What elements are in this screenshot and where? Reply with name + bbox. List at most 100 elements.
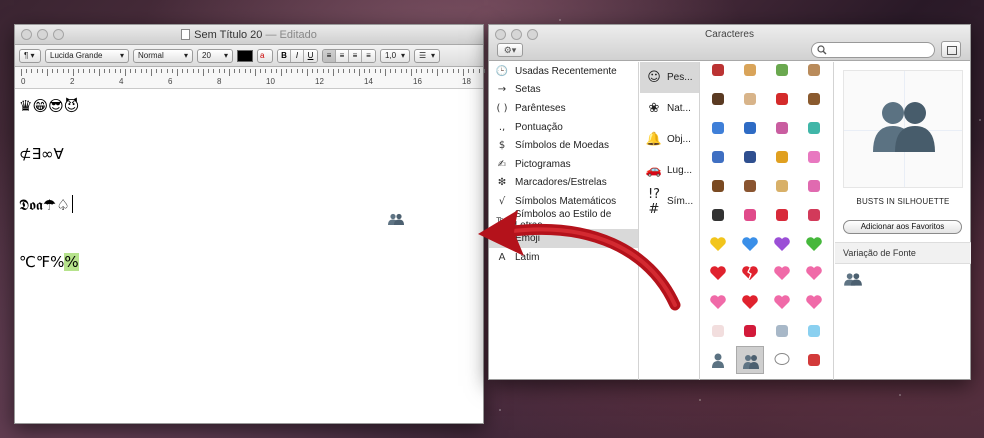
line-spacing-value: 1,0	[385, 51, 397, 60]
lipstick2-emoji-cell[interactable]	[800, 201, 828, 229]
align-right-button[interactable]: ≡	[362, 49, 375, 62]
purse-emoji-cell[interactable]	[768, 172, 796, 200]
underline-button[interactable]: U	[304, 49, 317, 62]
align-justify-button[interactable]: ≡	[349, 49, 362, 62]
gear-menu-button[interactable]: ⚙▾	[497, 43, 523, 57]
heart-red-emoji-cell[interactable]	[704, 259, 732, 287]
ruler-tick	[286, 69, 288, 73]
kiss-mark-icon	[744, 325, 756, 337]
gem-emoji-cell[interactable]	[800, 317, 828, 345]
tshirt-emoji-cell[interactable]	[704, 114, 732, 142]
thought-emoji-cell[interactable]	[704, 375, 732, 380]
category-item[interactable]: ., Pontuação	[489, 118, 638, 137]
font-variation-busts-icon[interactable]	[843, 272, 863, 286]
heart-sparkle-emoji-cell[interactable]	[704, 288, 732, 316]
subcategory-item[interactable]: ☺ Pes...	[640, 62, 699, 93]
lipstick-emoji-cell[interactable]	[704, 62, 732, 84]
add-to-favorites-button[interactable]: Adicionar aos Favoritos	[843, 220, 962, 234]
category-item[interactable]: $ Símbolos de Moedas	[489, 136, 638, 155]
font-size-combo[interactable]: 20 ▾	[197, 48, 233, 63]
category-item[interactable]: ✍ Pictogramas	[489, 155, 638, 174]
align-left-button[interactable]: ≡	[323, 49, 336, 62]
boot-tan-emoji-cell[interactable]	[800, 62, 828, 84]
line-spacing-popup[interactable]: 1,0 ▾	[380, 48, 410, 63]
ruler-tick	[218, 69, 220, 73]
umbrella-red-emoji-cell[interactable]	[768, 201, 796, 229]
italic-button[interactable]: I	[291, 49, 304, 62]
ruler-tick	[31, 69, 33, 73]
speech-emoji-cell[interactable]	[768, 346, 796, 374]
briefcase-emoji-cell[interactable]	[704, 172, 732, 200]
ruler-tick	[234, 69, 236, 73]
shoe-brown-emoji-cell[interactable]	[704, 85, 732, 113]
document-title: Sem Título 20	[194, 29, 263, 41]
ruler-tick	[182, 69, 184, 73]
heart-arrow-emoji-cell[interactable]	[800, 288, 828, 316]
ruler-tick	[374, 69, 376, 73]
heart-purple-emoji-cell[interactable]	[768, 230, 796, 258]
heart-blue-icon	[742, 237, 758, 251]
search-input[interactable]	[830, 44, 930, 56]
subcategory-item[interactable]: 🔔 Obj...	[640, 124, 699, 155]
ruler[interactable]: 0 2 4 6 8 10 12 14 16 18	[15, 67, 485, 89]
heart-blue-emoji-cell[interactable]	[736, 230, 764, 258]
category-item[interactable]: 🕒 Usadas Recentemente	[489, 62, 638, 81]
minimize-button[interactable]	[37, 29, 48, 40]
text-color-well[interactable]	[237, 49, 253, 62]
heart-growing-emoji-cell[interactable]	[800, 259, 828, 287]
character-search[interactable]	[811, 42, 935, 58]
glasses-icon	[712, 209, 724, 221]
love-letter-emoji-cell[interactable]	[704, 317, 732, 345]
category-item[interactable]: ( ) Parênteses	[489, 99, 638, 118]
pouch-emoji-cell[interactable]	[800, 172, 828, 200]
kimono-emoji-cell[interactable]	[704, 143, 732, 171]
footprints-emoji-cell[interactable]	[800, 346, 828, 374]
necktie-emoji-cell[interactable]	[736, 114, 764, 142]
handbag-emoji-cell[interactable]	[736, 172, 764, 200]
character-preview	[843, 70, 963, 188]
heart-pink-emoji-cell[interactable]	[768, 259, 796, 287]
category-item[interactable]: → Setas	[489, 81, 638, 100]
ring-emoji-cell[interactable]	[768, 317, 796, 345]
heart-beating-emoji-cell[interactable]	[768, 288, 796, 316]
paragraph-style-popup[interactable]: ¶ ▾	[19, 48, 41, 63]
bust-emoji-cell[interactable]	[704, 346, 732, 374]
ribbon-emoji-cell[interactable]	[736, 201, 764, 229]
heel-red-emoji-cell[interactable]	[768, 85, 796, 113]
shirt-emoji-cell[interactable]	[768, 114, 796, 142]
busts-emoji-cell[interactable]	[736, 346, 764, 374]
dress-emoji-cell[interactable]	[800, 114, 828, 142]
heart-broken-emoji-cell[interactable]	[736, 259, 764, 287]
characters-title: Caracteres	[705, 29, 754, 40]
kiss-mark-emoji-cell[interactable]	[736, 317, 764, 345]
keyboard-viewer-button[interactable]	[941, 41, 961, 58]
bra-emoji-cell[interactable]	[800, 143, 828, 171]
bold-button[interactable]: B	[278, 49, 291, 62]
sandal-emoji-cell[interactable]	[736, 85, 764, 113]
font-style-popup[interactable]: Normal ▾	[133, 48, 193, 63]
subcategory-item[interactable]: ❀ Nat...	[640, 93, 699, 124]
ruler-tick	[463, 69, 464, 76]
heart-yellow-emoji-cell[interactable]	[704, 230, 732, 258]
font-family-popup[interactable]: Lucida Grande ▾	[45, 48, 129, 63]
glasses-emoji-cell[interactable]	[704, 201, 732, 229]
jeans-emoji-cell[interactable]	[736, 143, 764, 171]
ruler-tick	[395, 69, 397, 73]
heart-green-emoji-cell[interactable]	[800, 230, 828, 258]
hearts-two-emoji-cell[interactable]	[736, 288, 764, 316]
close-button[interactable]	[21, 29, 32, 40]
bikini-emoji-cell[interactable]	[768, 143, 796, 171]
highlight-color-well[interactable]: a	[257, 48, 273, 63]
font-family-label: Lucida Grande	[50, 51, 103, 60]
hat-green-emoji-cell[interactable]	[768, 62, 796, 84]
document-body[interactable]: ♛😁😎😈 ⊄∃∞∀ 𝕯𝖔𝖆☂♤ ℃℉%%	[15, 89, 483, 423]
hat-emoji-cell[interactable]	[736, 62, 764, 84]
zoom-button[interactable]	[53, 29, 64, 40]
ruler-tick	[400, 69, 402, 73]
list-popup[interactable]: ☰ ▾	[414, 48, 440, 63]
text-line-4: ℃℉%%	[19, 253, 79, 271]
purse-icon	[776, 180, 788, 192]
ruler-number: 10	[266, 77, 275, 86]
boot-brown-emoji-cell[interactable]	[800, 85, 828, 113]
align-center-button[interactable]: ≡	[336, 49, 349, 62]
